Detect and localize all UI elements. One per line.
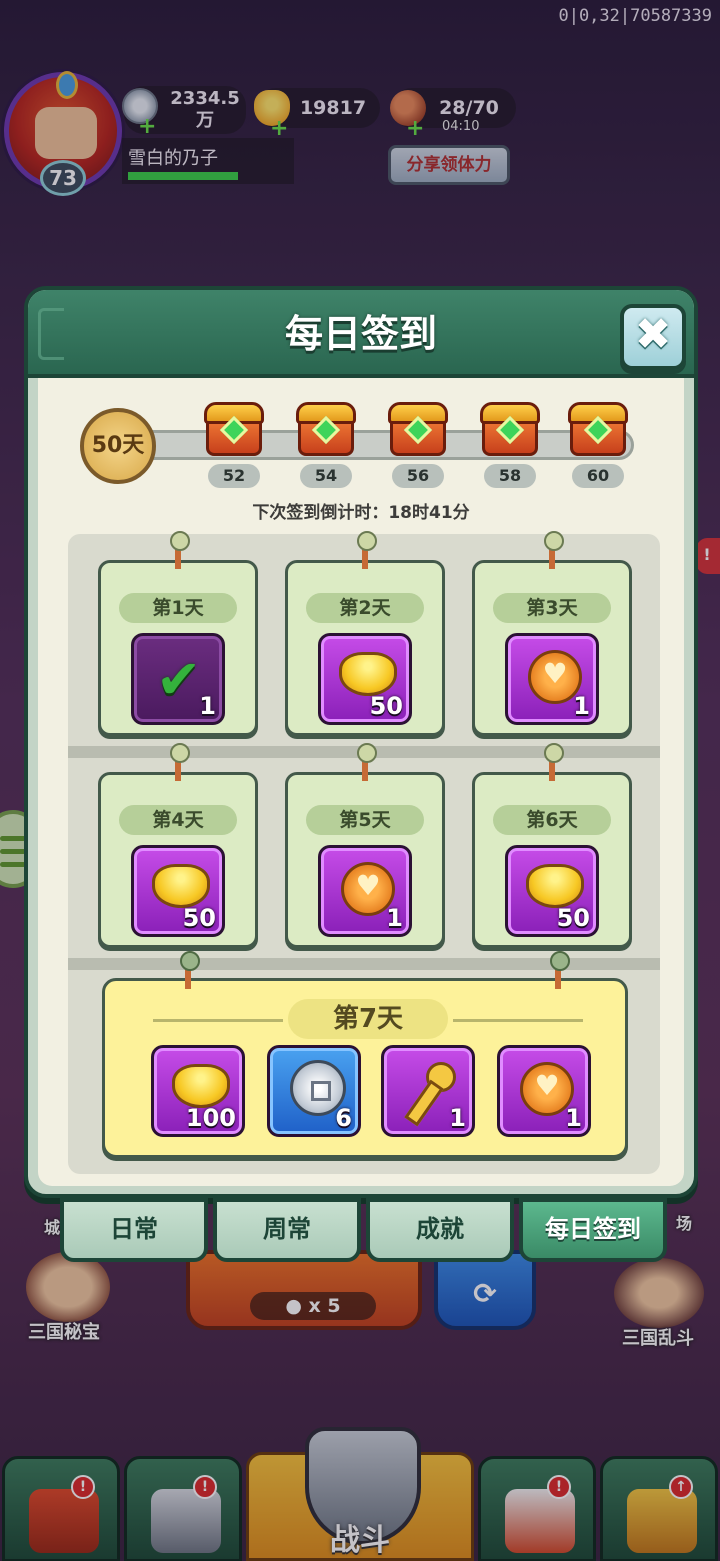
reward-qty: 1 <box>565 1104 582 1132</box>
day-card-1[interactable]: 第1天 ✔ 1 <box>98 531 258 736</box>
reward-qty: 100 <box>185 1104 236 1132</box>
daily-checkin-dialog: 每日签到 ✖ 50天 52 54 56 58 60 下次签到倒计时：18时41分… <box>24 286 698 1198</box>
hanging-pin <box>550 951 570 989</box>
reward-slot[interactable]: 50 <box>318 633 412 725</box>
tab-achievements[interactable]: 成就 <box>366 1198 514 1262</box>
shelf-divider <box>68 958 660 970</box>
reward-qty: 50 <box>556 904 590 932</box>
day-label: 第6天 <box>493 805 611 835</box>
day-label: 第4天 <box>119 805 237 835</box>
next-checkin-countdown: 下次签到倒计时：18时41分 <box>252 503 470 523</box>
tab-daily[interactable]: 日常 <box>60 1198 208 1262</box>
reward-slot[interactable]: 1 <box>497 1045 591 1137</box>
reward-qty: 1 <box>573 692 590 720</box>
day-card-7[interactable]: 第7天 100 6 1 1 <box>102 951 628 1158</box>
gold-ingot-icon <box>526 864 584 908</box>
gold-ingot-icon <box>339 652 397 696</box>
hanging-pin <box>170 531 190 569</box>
reward-qty: 50 <box>369 692 403 720</box>
hanging-pin <box>180 951 200 989</box>
reward-qty: 1 <box>386 904 403 932</box>
reward-qty: 6 <box>335 1104 352 1132</box>
ornament-line <box>153 1019 283 1022</box>
reward-slot[interactable]: 50 <box>505 845 599 937</box>
tab-weekly[interactable]: 周常 <box>213 1198 361 1262</box>
day-label: 第7天 <box>288 999 448 1039</box>
milestone-label: 56 <box>392 464 444 488</box>
hanging-pin <box>357 743 377 781</box>
milestone-label: 52 <box>208 464 260 488</box>
hanging-pin <box>544 531 564 569</box>
total-days-badge: 50天 <box>80 408 156 484</box>
dialog-header: 每日签到 ✖ <box>28 290 694 378</box>
ornament-line <box>453 1019 583 1022</box>
reward-slot[interactable]: 1 <box>381 1045 475 1137</box>
day-card-2[interactable]: 第2天 50 <box>285 531 445 736</box>
claimed-check-icon: ✔ <box>156 648 202 711</box>
tab-daily-checkin[interactable]: 每日签到 <box>519 1198 667 1262</box>
day-label: 第3天 <box>493 593 611 623</box>
day-card-6[interactable]: 第6天 50 <box>472 743 632 948</box>
reward-grid: 第1天 ✔ 1 第2天 50 第3天 1 <box>68 531 660 1174</box>
reward-qty: 1 <box>449 1104 466 1132</box>
hanging-pin <box>357 531 377 569</box>
day-card-4[interactable]: 第4天 50 <box>98 743 258 948</box>
milestone-chest-58[interactable] <box>480 402 540 458</box>
hanging-pin <box>544 743 564 781</box>
day-label: 第2天 <box>306 593 424 623</box>
reward-slot[interactable]: 6 <box>267 1045 361 1137</box>
dialog-title: 每日签到 <box>284 312 437 356</box>
gold-ingot-icon <box>172 1064 230 1108</box>
reward-slot[interactable]: 1 <box>318 845 412 937</box>
milestone-chest-52[interactable] <box>204 402 264 458</box>
milestone-chest-60[interactable] <box>568 402 628 458</box>
reward-slot[interactable]: 1 <box>505 633 599 725</box>
reward-qty: 50 <box>182 904 216 932</box>
milestone-label: 58 <box>484 464 536 488</box>
reward-slot[interactable]: 50 <box>131 845 225 937</box>
milestone-label: 54 <box>300 464 352 488</box>
day-card-5[interactable]: 第5天 1 <box>285 743 445 948</box>
day-label: 第1天 <box>119 593 237 623</box>
reward-slot[interactable]: 100 <box>151 1045 245 1137</box>
reward-slot[interactable]: ✔ 1 <box>131 633 225 725</box>
milestone-chest-54[interactable] <box>296 402 356 458</box>
dialog-body: 50天 52 54 56 58 60 下次签到倒计时：18时41分 第1天 ✔ … <box>38 378 684 1186</box>
gold-ingot-icon <box>152 864 210 908</box>
day-label: 第5天 <box>306 805 424 835</box>
milestone-chest-56[interactable] <box>388 402 448 458</box>
hanging-pin <box>170 743 190 781</box>
gold-key-icon <box>408 1062 456 1122</box>
reward-qty: 1 <box>199 692 216 720</box>
close-button[interactable]: ✖ <box>620 304 686 370</box>
milestone-label: 60 <box>572 464 624 488</box>
day-card-3[interactable]: 第3天 1 <box>472 531 632 736</box>
